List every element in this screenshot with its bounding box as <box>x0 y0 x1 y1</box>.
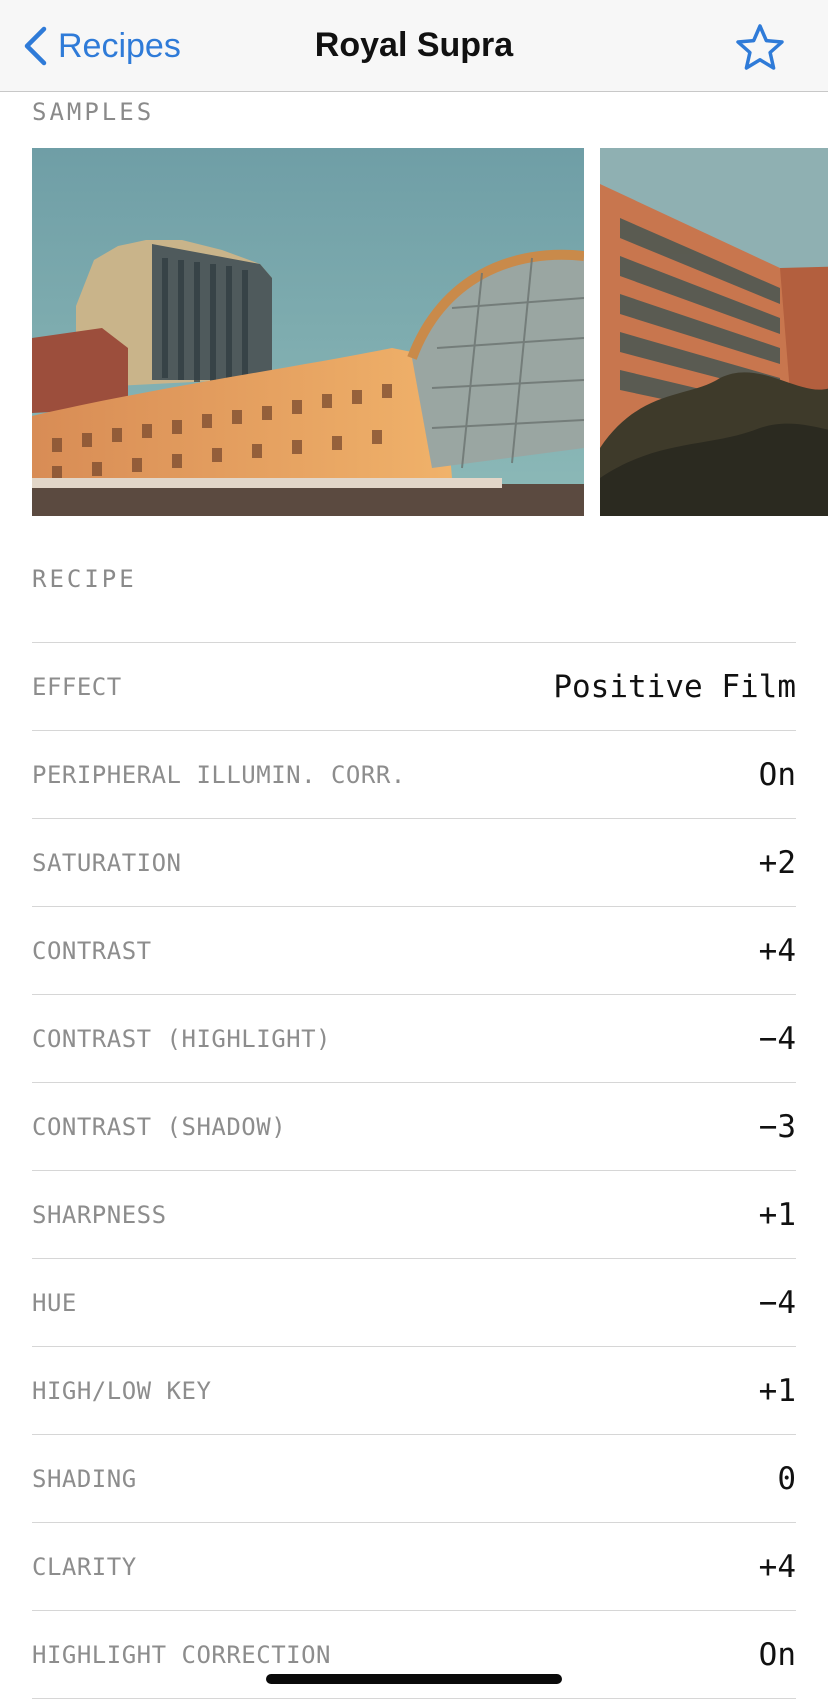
setting-value: +4 <box>758 1548 796 1585</box>
setting-value: On <box>758 1636 796 1673</box>
setting-label: HIGH/LOW KEY <box>32 1376 212 1405</box>
home-indicator[interactable] <box>266 1674 562 1684</box>
samples-carousel[interactable] <box>32 148 828 516</box>
setting-value: +1 <box>758 1196 796 1233</box>
setting-label: SHADING <box>32 1464 137 1493</box>
setting-label: PERIPHERAL ILLUMIN. CORR. <box>32 760 406 789</box>
setting-row-high-low-key: HIGH/LOW KEY +1 <box>32 1347 796 1435</box>
setting-value: +1 <box>758 1372 796 1409</box>
setting-label: HIGHLIGHT CORRECTION <box>32 1640 331 1669</box>
setting-row-contrast: CONTRAST +4 <box>32 907 796 995</box>
setting-value: −4 <box>758 1020 796 1057</box>
setting-value: −4 <box>758 1284 796 1321</box>
setting-value: +2 <box>758 844 796 881</box>
page-title: Royal Supra <box>314 26 514 64</box>
setting-row-contrast-shadow: CONTRAST (SHADOW) −3 <box>32 1083 796 1171</box>
setting-label: SHARPNESS <box>32 1200 167 1229</box>
sample-photo-2[interactable] <box>600 148 828 516</box>
setting-label: CLARITY <box>32 1552 137 1581</box>
setting-row-saturation: SATURATION +2 <box>32 819 796 907</box>
sample-photo-1[interactable] <box>32 148 584 516</box>
setting-row-shading: SHADING 0 <box>32 1435 796 1523</box>
setting-row-sharpness: SHARPNESS +1 <box>32 1171 796 1259</box>
samples-section-label: SAMPLES <box>32 98 155 126</box>
setting-value: +4 <box>758 932 796 969</box>
setting-value: Positive Film <box>553 668 796 705</box>
setting-label: CONTRAST (SHADOW) <box>32 1112 287 1141</box>
setting-value: 0 <box>777 1460 796 1497</box>
setting-row-peripheral-illumination: PERIPHERAL ILLUMIN. CORR. On <box>32 731 796 819</box>
setting-row-highlight-correction: HIGHLIGHT CORRECTION On <box>32 1611 796 1699</box>
setting-row-clarity: CLARITY +4 <box>32 1523 796 1611</box>
setting-value: −3 <box>758 1108 796 1145</box>
setting-value: On <box>758 756 796 793</box>
setting-label: SATURATION <box>32 848 182 877</box>
setting-row-effect: EFFECT Positive Film <box>32 643 796 731</box>
setting-label: EFFECT <box>32 672 122 701</box>
setting-row-hue: HUE −4 <box>32 1259 796 1347</box>
navigation-bar: Recipes Royal Supra <box>0 0 828 92</box>
setting-label: HUE <box>32 1288 77 1317</box>
setting-row-contrast-highlight: CONTRAST (HIGHLIGHT) −4 <box>32 995 796 1083</box>
recipe-section-label: RECIPE <box>32 565 137 593</box>
setting-label: CONTRAST <box>32 936 152 965</box>
setting-label: CONTRAST (HIGHLIGHT) <box>32 1024 331 1053</box>
recipe-settings-list: EFFECT Positive Film PERIPHERAL ILLUMIN.… <box>32 642 796 1699</box>
star-outline-icon[interactable] <box>734 22 786 74</box>
